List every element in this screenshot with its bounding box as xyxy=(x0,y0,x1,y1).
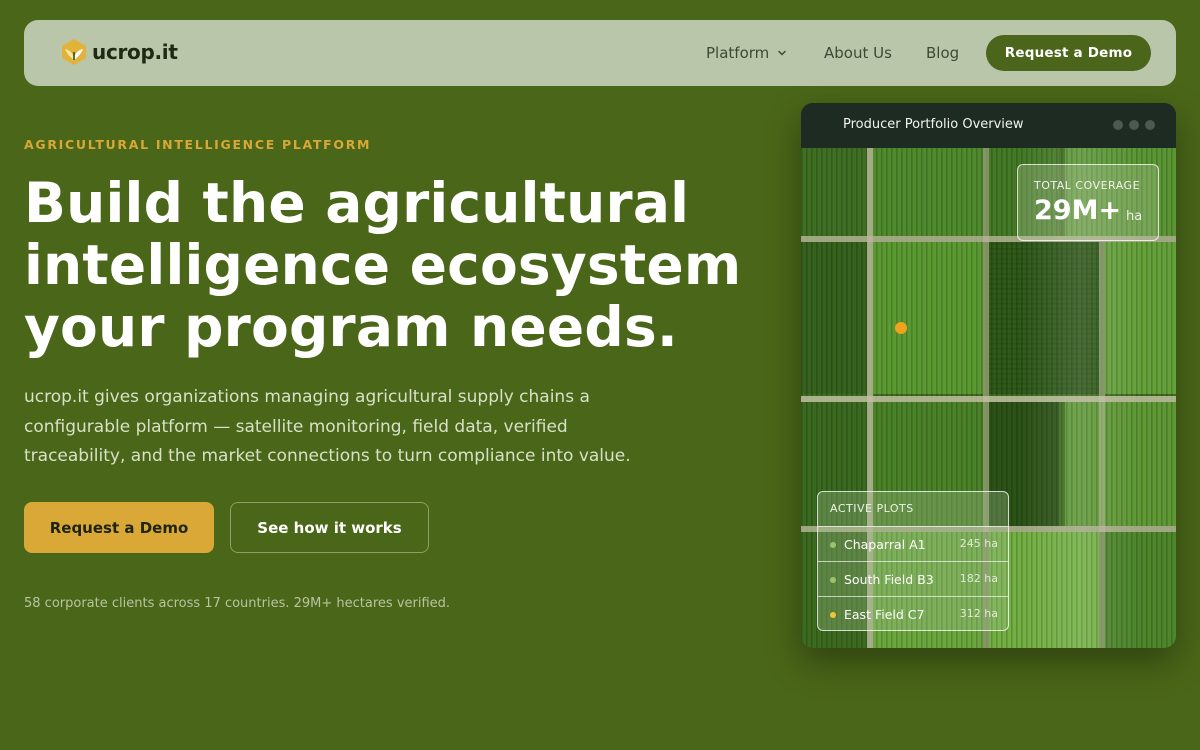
chevron-down-icon xyxy=(778,50,787,56)
description-line: traceability, and the market connections… xyxy=(24,446,631,466)
dashboard-preview-card: Producer Portfolio Overview TOTAL COVERA… xyxy=(801,103,1176,648)
plot-row[interactable]: East Field C7 312 ha xyxy=(818,596,1008,630)
window-dot-icon xyxy=(1145,120,1155,130)
plot-name: East Field C7 xyxy=(844,607,925,622)
plot-area: 312 ha xyxy=(959,607,998,620)
active-plots-panel: ACTIVE PLOTS Chaparral A1 245 ha South F… xyxy=(817,491,1009,631)
nav-platform-label: Platform xyxy=(706,44,770,62)
hero-description: ucrop.it gives organizations managing ag… xyxy=(24,383,724,472)
headline-line: intelligence ecosystem xyxy=(24,233,742,297)
window-dot-icon xyxy=(1113,120,1123,130)
brand-name: ucrop.it xyxy=(92,40,178,64)
status-dot-icon xyxy=(830,612,836,618)
total-coverage-stat: TOTAL COVERAGE 29M+ ha xyxy=(1017,164,1159,241)
status-dot-icon xyxy=(830,577,836,583)
nav-blog[interactable]: Blog xyxy=(926,44,959,62)
hero-eyebrow: AGRICULTURAL INTELLIGENCE PLATFORM xyxy=(24,137,372,152)
nav-request-demo-button[interactable]: Request a Demo xyxy=(986,35,1151,71)
headline-line: your program needs. xyxy=(24,295,678,359)
card-header: Producer Portfolio Overview xyxy=(801,103,1176,148)
hero-request-demo-button[interactable]: Request a Demo xyxy=(24,502,214,553)
window-dot-icon xyxy=(1129,120,1139,130)
card-title: Producer Portfolio Overview xyxy=(843,117,1024,132)
nav-about-us[interactable]: About Us xyxy=(824,44,892,62)
plot-area: 245 ha xyxy=(959,537,998,550)
headline-line: Build the agricultural xyxy=(24,171,690,235)
coverage-value: 29M+ xyxy=(1034,195,1122,226)
coverage-unit: ha xyxy=(1126,209,1143,224)
plot-row[interactable]: South Field B3 182 ha xyxy=(818,561,1008,596)
description-line: configurable platform — satellite monito… xyxy=(24,416,568,437)
hero-headline: Build the agricultural intelligence ecos… xyxy=(24,172,784,358)
nav-platform[interactable]: Platform xyxy=(706,44,787,62)
description-line: ucrop.it gives organizations managing ag… xyxy=(24,387,590,407)
see-how-it-works-button[interactable]: See how it works xyxy=(230,502,429,553)
plot-area: 182 ha xyxy=(959,572,998,585)
brand-logo[interactable]: ucrop.it xyxy=(60,38,178,66)
plot-name: Chaparral A1 xyxy=(844,537,926,552)
plot-name: South Field B3 xyxy=(844,572,934,587)
plot-row[interactable]: Chaparral A1 245 ha xyxy=(818,526,1008,561)
social-proof-text: 58 corporate clients across 17 countries… xyxy=(24,596,451,611)
status-dot-icon xyxy=(830,542,836,548)
location-dot-icon[interactable] xyxy=(895,322,907,334)
active-plots-label: ACTIVE PLOTS xyxy=(830,502,914,515)
leaf-logo-icon xyxy=(62,39,86,65)
coverage-label: TOTAL COVERAGE xyxy=(1034,179,1141,192)
top-navigation: ucrop.it Platform About Us Blog Request … xyxy=(24,20,1176,86)
